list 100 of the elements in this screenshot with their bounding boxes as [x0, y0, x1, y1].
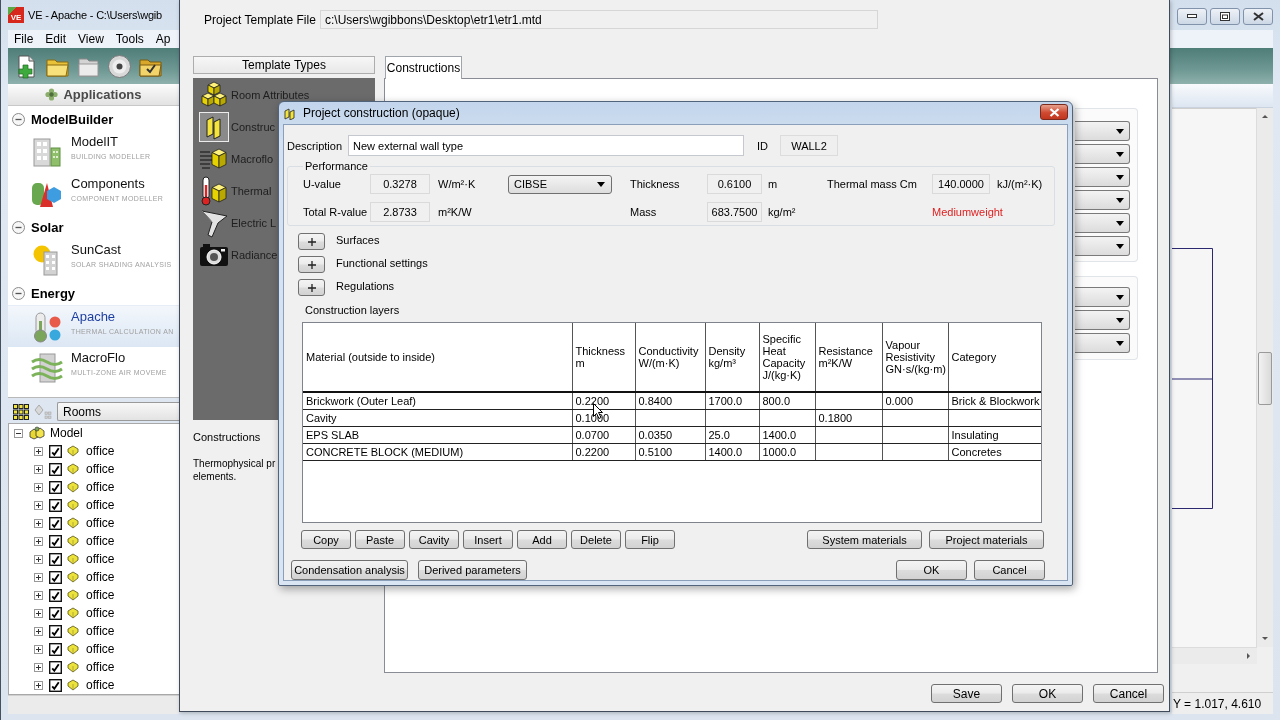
dropdown[interactable]	[1075, 190, 1130, 210]
checkbox[interactable]	[49, 570, 62, 584]
layer-button[interactable]: Paste	[355, 530, 405, 549]
menu-item[interactable]: Ap	[149, 32, 177, 46]
expand-button[interactable]	[298, 233, 325, 250]
id-field[interactable]: WALL2	[780, 135, 838, 156]
checkbox[interactable]	[49, 678, 62, 692]
expand-icon[interactable]	[34, 626, 43, 636]
tree-item[interactable]: office	[86, 498, 115, 512]
tree-item[interactable]: office	[86, 570, 115, 584]
tree-item[interactable]: office	[86, 534, 115, 548]
checkbox[interactable]	[49, 606, 62, 620]
expand-icon[interactable]	[34, 644, 43, 654]
checkbox[interactable]	[49, 480, 62, 494]
tree-item[interactable]: office	[86, 444, 115, 458]
expand-icon[interactable]	[34, 446, 43, 456]
expand-icon[interactable]	[34, 554, 43, 564]
disc-icon[interactable]	[107, 53, 132, 79]
checkbox[interactable]	[49, 642, 62, 656]
checkbox[interactable]	[49, 498, 62, 512]
collapse-icon[interactable]	[14, 428, 23, 438]
tree-item[interactable]: office	[86, 642, 115, 656]
analysis-button[interactable]: Derived parameters	[418, 560, 527, 580]
expand-icon[interactable]	[34, 464, 43, 474]
dropdown[interactable]	[1075, 310, 1130, 330]
tree-item[interactable]: office	[86, 624, 115, 638]
checkbox[interactable]	[49, 462, 62, 476]
vertical-scrollbar[interactable]	[1256, 108, 1273, 647]
tree-item[interactable]: office	[86, 588, 115, 602]
checkbox[interactable]	[49, 660, 62, 674]
dropdown[interactable]	[1075, 213, 1130, 233]
rooms-dropdown[interactable]: Rooms	[57, 402, 179, 421]
expand-icon[interactable]	[34, 662, 43, 672]
grid-icon[interactable]	[13, 403, 29, 420]
tree-item[interactable]: office	[86, 462, 115, 476]
checkbox[interactable]	[49, 444, 62, 458]
dialog-button[interactable]: OK	[896, 560, 967, 580]
dropdown[interactable]	[1075, 236, 1130, 256]
tree-item[interactable]: Model	[50, 426, 83, 440]
standard-dropdown[interactable]: CIBSE	[508, 174, 612, 194]
checkbox[interactable]	[49, 552, 62, 566]
minimize-button[interactable]	[1177, 7, 1207, 25]
close-button[interactable]	[1040, 104, 1068, 120]
materials-button[interactable]: Project materials	[929, 530, 1044, 549]
thickness-field[interactable]: 0.6100	[707, 174, 762, 194]
dropdown[interactable]	[1075, 333, 1130, 353]
dropdown[interactable]	[1075, 121, 1130, 141]
tree-item[interactable]: office	[86, 516, 115, 530]
expand-button[interactable]	[298, 256, 325, 273]
dropdown[interactable]	[1075, 167, 1130, 187]
expand-icon[interactable]	[34, 680, 43, 690]
dialog-button[interactable]: Cancel	[1093, 684, 1164, 703]
expand-icon[interactable]	[34, 482, 43, 492]
description-field[interactable]: New external wall type	[348, 135, 744, 156]
expand-button[interactable]	[298, 279, 325, 296]
checkbox[interactable]	[49, 534, 62, 548]
tree-item[interactable]: office	[86, 678, 115, 692]
expand-icon[interactable]	[34, 500, 43, 510]
materials-button[interactable]: System materials	[807, 530, 922, 549]
menu-item[interactable]: File	[8, 32, 40, 46]
dialog-button[interactable]: Cancel	[974, 560, 1045, 580]
horizontal-scrollbar[interactable]	[1172, 647, 1257, 664]
checkbox[interactable]	[49, 588, 62, 602]
expand-icon[interactable]	[34, 536, 43, 546]
maximize-button[interactable]	[1210, 7, 1240, 25]
layer-button[interactable]: Flip	[625, 530, 675, 549]
collapse-icon[interactable]	[12, 286, 25, 300]
file-path-field[interactable]: c:\Users\wgibbons\Desktop\etr1\etr1.mtd	[320, 10, 878, 29]
layer-button[interactable]: Delete	[571, 530, 621, 549]
checkbox[interactable]	[49, 624, 62, 638]
expand-icon[interactable]	[34, 572, 43, 582]
layer-button[interactable]: Copy	[301, 530, 351, 549]
tree-item[interactable]: office	[86, 480, 115, 494]
layer-button[interactable]: Insert	[463, 530, 513, 549]
tab[interactable]: Constructions	[385, 56, 462, 79]
r-value-field[interactable]: 2.8733	[370, 202, 430, 222]
tree-item[interactable]: office	[86, 606, 115, 620]
menu-item[interactable]: Tools	[109, 32, 150, 46]
scroll-thumb[interactable]	[1258, 352, 1272, 405]
expand-icon[interactable]	[34, 590, 43, 600]
menu-item[interactable]: Edit	[39, 32, 73, 46]
checkbox[interactable]	[49, 516, 62, 530]
layer-button[interactable]: Cavity	[409, 530, 459, 549]
close-button[interactable]	[1243, 7, 1273, 25]
tree-item[interactable]: office	[86, 552, 115, 566]
dialog-button[interactable]: OK	[1012, 684, 1083, 703]
expand-icon[interactable]	[34, 518, 43, 528]
dropdown[interactable]	[1075, 287, 1130, 307]
thermal-mass-field[interactable]: 140.0000	[932, 174, 990, 194]
dialog-button[interactable]: Save	[931, 684, 1002, 703]
analysis-button[interactable]: Condensation analysis	[291, 560, 408, 580]
tree-item[interactable]: office	[86, 660, 115, 674]
menu-item[interactable]: View	[72, 32, 110, 46]
u-value-field[interactable]: 0.3278	[370, 174, 430, 194]
expand-icon[interactable]	[34, 608, 43, 618]
dropdown[interactable]	[1075, 144, 1130, 164]
collapse-icon[interactable]	[12, 112, 25, 126]
layer-button[interactable]: Add	[517, 530, 567, 549]
collapse-icon[interactable]	[12, 220, 25, 234]
mass-field[interactable]: 683.7500	[707, 202, 762, 222]
